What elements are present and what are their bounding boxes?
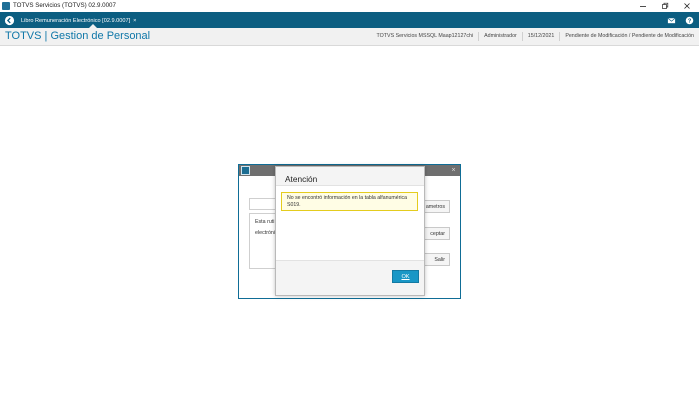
- user-label: Administrador: [478, 32, 522, 41]
- app-header: TOTVS | Gestion de Personal TOTVS Servic…: [0, 28, 699, 46]
- ok-button-label: OK: [401, 273, 410, 280]
- modal-title: Atención: [285, 174, 318, 184]
- minimize-button[interactable]: [632, 0, 654, 12]
- status-label: Pendiente de Modificación / Pendiente de…: [559, 32, 699, 41]
- ok-button[interactable]: OK: [392, 270, 419, 283]
- help-button[interactable]: ?: [684, 15, 694, 25]
- mail-button[interactable]: [666, 15, 676, 25]
- alert-message: No se encontró información en la tabla a…: [281, 192, 418, 211]
- modal-body: No se encontró información en la tabla a…: [276, 185, 424, 261]
- close-window-button[interactable]: [676, 0, 698, 12]
- close-icon: [684, 3, 690, 9]
- back-button[interactable]: [3, 14, 15, 26]
- tab-bar: Libro Remuneración Electrónico [02.9.000…: [0, 12, 699, 28]
- window-title: TOTVS Servicios (TOTVS) 02.9.0007: [13, 2, 116, 9]
- description-line-1: Esta ruti: [255, 219, 275, 225]
- brand-title: TOTVS | Gestion de Personal: [5, 30, 151, 42]
- tab-close-icon[interactable]: ×: [133, 18, 136, 24]
- minimize-icon: [640, 6, 646, 7]
- tab-libro-remuneracion[interactable]: Libro Remuneración Electrónico [02.9.000…: [17, 14, 140, 28]
- svg-text:?: ?: [687, 18, 691, 24]
- help-icon: ?: [685, 16, 693, 24]
- date-label: 15/12/2021: [521, 32, 560, 41]
- window-title-bar: TOTVS Servicios (TOTVS) 02.9.0007: [0, 0, 699, 12]
- maximize-button[interactable]: [654, 0, 676, 12]
- app-icon: [2, 2, 10, 10]
- tab-label: Libro Remuneración Electrónico [02.9.000…: [21, 18, 131, 24]
- back-icon: [4, 15, 14, 25]
- mail-icon: [667, 17, 675, 23]
- description-line-2: electróni: [255, 230, 276, 236]
- alert-modal: Atención No se encontró información en l…: [275, 166, 425, 296]
- background-dialog-close-icon[interactable]: ×: [449, 166, 458, 175]
- dialog-app-icon: [241, 166, 250, 175]
- environment-label: TOTVS Servicios MSSQL Maap12127chi: [376, 33, 474, 39]
- restore-icon: [662, 2, 669, 9]
- session-info: TOTVS Servicios MSSQL Maap12127chi Admin…: [372, 28, 699, 45]
